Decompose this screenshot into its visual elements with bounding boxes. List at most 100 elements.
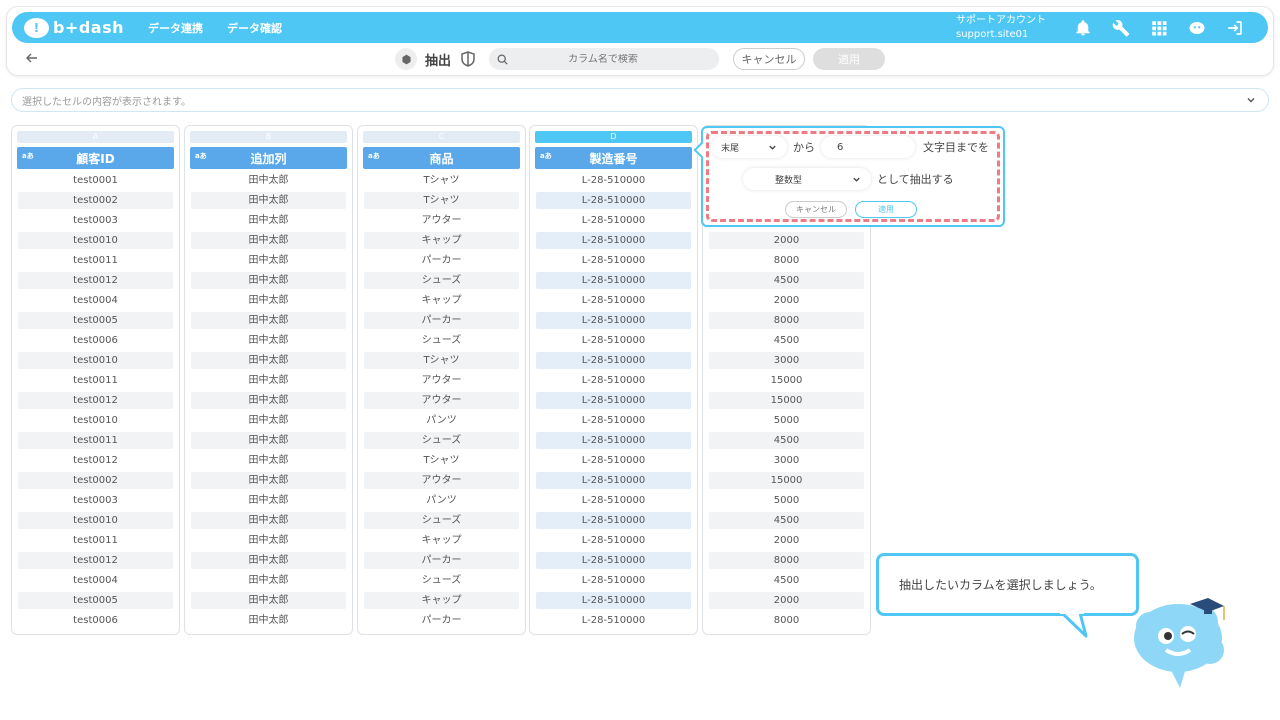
table-cell[interactable]: 8000 [709, 552, 864, 569]
table-cell[interactable]: 2000 [709, 232, 864, 249]
column-letter[interactable]: B [190, 131, 347, 143]
table-cell[interactable]: Tシャツ [364, 172, 519, 189]
table-cell[interactable]: 田中太郎 [191, 312, 346, 329]
table-cell[interactable]: キャップ [364, 292, 519, 309]
table-cell[interactable]: 4500 [709, 332, 864, 349]
column-letter[interactable]: A [17, 131, 174, 143]
table-cell[interactable]: 田中太郎 [191, 612, 346, 629]
table-cell[interactable]: 田中太郎 [191, 452, 346, 469]
nav-data-integration[interactable]: データ連携 [148, 20, 203, 36]
column-4[interactable]: Daあ 製造番号 L-28-510000 L-28-510000 L-28-510000… [529, 125, 698, 635]
table-cell[interactable]: 5000 [709, 412, 864, 429]
column-header[interactable]: aあ 商品 [363, 147, 520, 169]
apps-grid-icon[interactable] [1148, 17, 1170, 39]
table-cell[interactable]: シューズ [364, 512, 519, 529]
table-cell[interactable]: パーカー [364, 312, 519, 329]
table-cell[interactable]: 2000 [709, 592, 864, 609]
column-search[interactable] [489, 48, 720, 70]
table-cell[interactable]: L-28-510000 [536, 552, 691, 569]
table-cell[interactable]: L-28-510000 [536, 192, 691, 209]
table-cell[interactable]: 田中太郎 [191, 592, 346, 609]
mascot-help-icon[interactable] [1186, 17, 1208, 39]
table-cell[interactable]: 田中太郎 [191, 232, 346, 249]
table-cell[interactable]: test0005 [18, 592, 173, 609]
table-cell[interactable]: L-28-510000 [536, 572, 691, 589]
table-cell[interactable]: test0010 [18, 232, 173, 249]
data-type-select[interactable]: 整数型 [743, 168, 871, 190]
table-cell[interactable]: 田中太郎 [191, 572, 346, 589]
table-cell[interactable]: 田中太郎 [191, 292, 346, 309]
table-cell[interactable]: Tシャツ [364, 192, 519, 209]
column-letter[interactable]: D [535, 131, 692, 143]
table-cell[interactable]: L-28-510000 [536, 532, 691, 549]
table-cell[interactable]: L-28-510000 [536, 372, 691, 389]
table-cell[interactable]: L-28-510000 [536, 352, 691, 369]
table-cell[interactable]: test0003 [18, 492, 173, 509]
table-cell[interactable]: アウター [364, 392, 519, 409]
table-cell[interactable]: キャップ [364, 592, 519, 609]
table-cell[interactable]: test0011 [18, 252, 173, 269]
table-cell[interactable]: シューズ [364, 332, 519, 349]
column-letter[interactable]: C [363, 131, 520, 143]
table-cell[interactable]: 田中太郎 [191, 172, 346, 189]
table-cell[interactable]: L-28-510000 [536, 512, 691, 529]
table-cell[interactable]: 田中太郎 [191, 392, 346, 409]
table-cell[interactable]: パーカー [364, 612, 519, 629]
cancel-button[interactable]: キャンセル [733, 48, 806, 70]
table-cell[interactable]: 田中太郎 [191, 332, 346, 349]
table-cell[interactable]: キャップ [364, 232, 519, 249]
table-cell[interactable]: test0010 [18, 412, 173, 429]
search-input[interactable] [508, 53, 699, 65]
table-cell[interactable]: test0011 [18, 432, 173, 449]
table-cell[interactable]: test0010 [18, 512, 173, 529]
position-select[interactable]: 末尾 [711, 136, 787, 158]
table-cell[interactable]: パンツ [364, 412, 519, 429]
table-cell[interactable]: test0011 [18, 372, 173, 389]
table-cell[interactable]: test0001 [18, 172, 173, 189]
column-1[interactable]: Aaあ 顧客ID test0001 test0002 test0003 test0010 t… [11, 125, 180, 635]
table-cell[interactable]: test0012 [18, 272, 173, 289]
table-cell[interactable]: test0002 [18, 472, 173, 489]
table-cell[interactable]: test0006 [18, 612, 173, 629]
table-cell[interactable]: L-28-510000 [536, 312, 691, 329]
table-cell[interactable]: L-28-510000 [536, 592, 691, 609]
table-cell[interactable]: test0012 [18, 552, 173, 569]
table-cell[interactable]: test0004 [18, 292, 173, 309]
table-cell[interactable]: パンツ [364, 492, 519, 509]
table-cell[interactable]: 田中太郎 [191, 192, 346, 209]
table-cell[interactable]: L-28-510000 [536, 292, 691, 309]
back-arrow-icon[interactable] [24, 50, 40, 66]
table-cell[interactable]: 田中太郎 [191, 272, 346, 289]
table-cell[interactable]: 2000 [709, 532, 864, 549]
table-cell[interactable]: L-28-510000 [536, 432, 691, 449]
table-cell[interactable]: パーカー [364, 252, 519, 269]
table-cell[interactable]: アウター [364, 472, 519, 489]
table-cell[interactable]: 田中太郎 [191, 212, 346, 229]
table-cell[interactable]: test0010 [18, 352, 173, 369]
column-3[interactable]: Caあ 商品 Tシャツ Tシャツ アウター キャップ パーカー シューズ キャップ パーカー シュー… [357, 125, 526, 635]
character-count-input[interactable]: 6 [821, 136, 915, 158]
table-cell[interactable]: L-28-510000 [536, 412, 691, 429]
column-header[interactable]: aあ 追加列 [190, 147, 347, 169]
table-cell[interactable]: L-28-510000 [536, 232, 691, 249]
table-cell[interactable]: L-28-510000 [536, 392, 691, 409]
column-header[interactable]: aあ 顧客ID [17, 147, 174, 169]
table-cell[interactable]: L-28-510000 [536, 452, 691, 469]
table-cell[interactable]: test0011 [18, 532, 173, 549]
table-cell[interactable]: Tシャツ [364, 452, 519, 469]
table-cell[interactable]: 15000 [709, 472, 864, 489]
table-cell[interactable]: test0003 [18, 212, 173, 229]
logo[interactable]: ! b+dash [24, 17, 124, 38]
table-cell[interactable]: test0004 [18, 572, 173, 589]
nav-data-check[interactable]: データ確認 [227, 20, 282, 36]
table-cell[interactable]: 3000 [709, 352, 864, 369]
table-cell[interactable]: 田中太郎 [191, 532, 346, 549]
table-cell[interactable]: 4500 [709, 272, 864, 289]
shield-icon[interactable] [461, 51, 475, 67]
table-cell[interactable]: アウター [364, 212, 519, 229]
cell-content-bar[interactable]: 選択したセルの内容が表示されます。 [11, 88, 1269, 112]
table-cell[interactable]: 田中太郎 [191, 252, 346, 269]
table-cell[interactable]: L-28-510000 [536, 612, 691, 629]
table-cell[interactable]: L-28-510000 [536, 492, 691, 509]
table-cell[interactable]: test0006 [18, 332, 173, 349]
